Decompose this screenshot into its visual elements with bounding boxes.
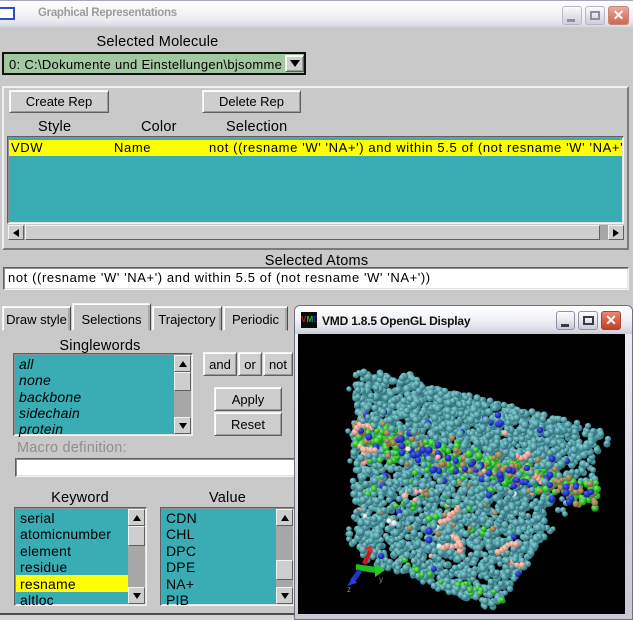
svg-text:y: y — [379, 575, 383, 584]
svg-text:z: z — [347, 585, 351, 594]
